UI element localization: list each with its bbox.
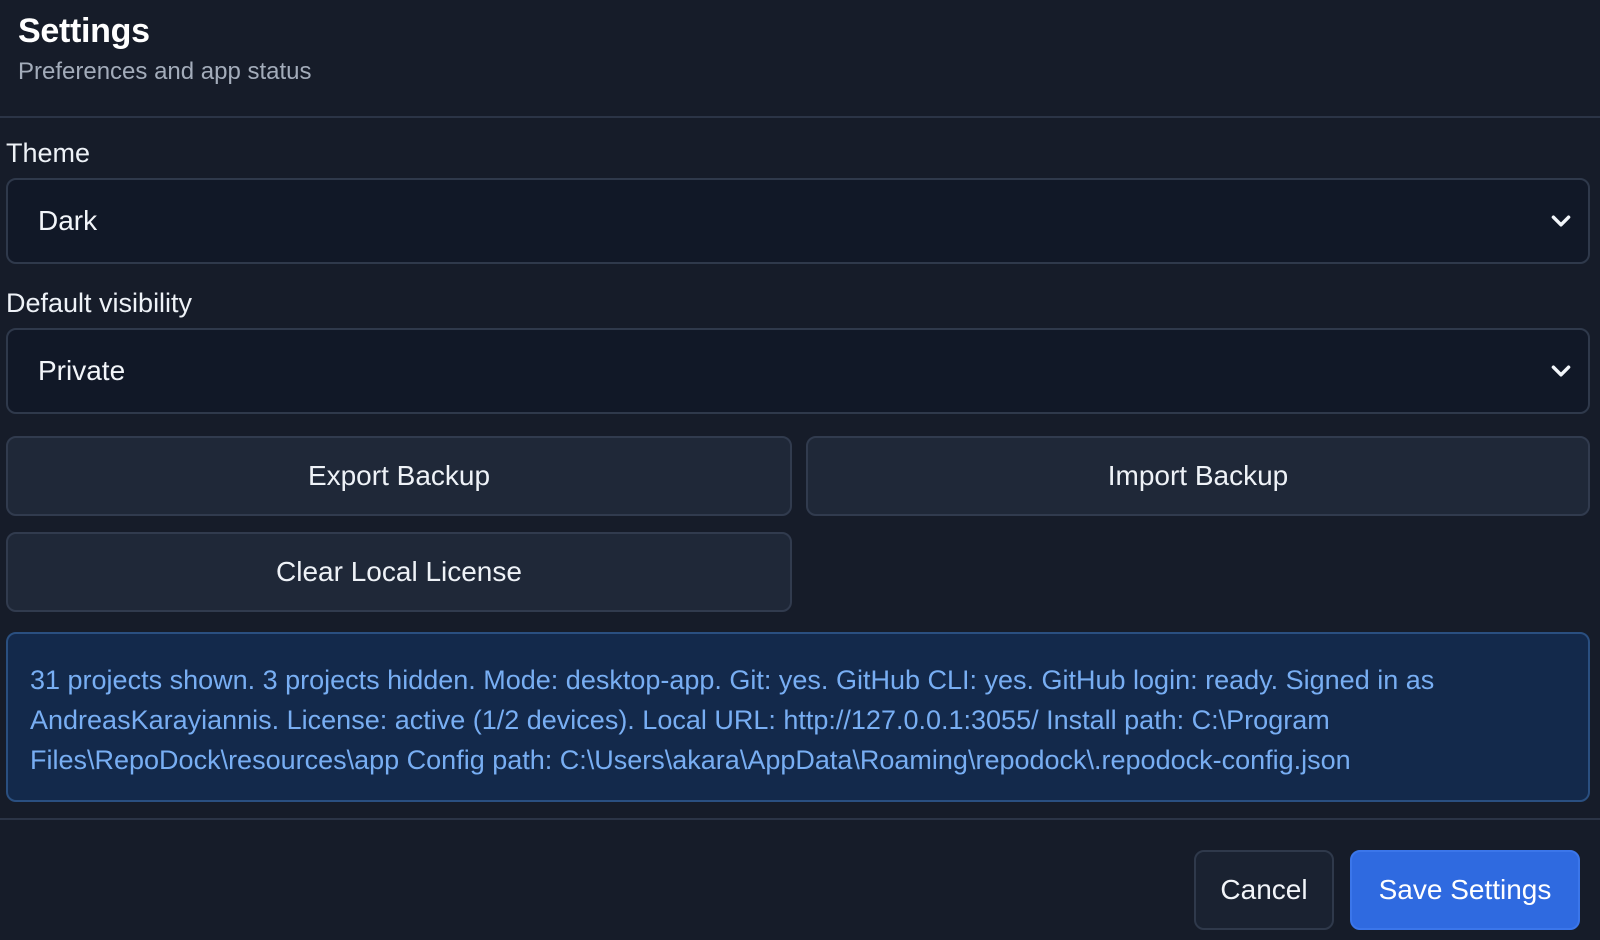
- settings-dialog: Settings Preferences and app status Them…: [0, 0, 1600, 940]
- chevron-down-icon: [1551, 215, 1571, 227]
- export-backup-button[interactable]: Export Backup: [6, 436, 792, 516]
- import-backup-button[interactable]: Import Backup: [806, 436, 1590, 516]
- theme-select[interactable]: Dark: [6, 178, 1590, 264]
- page-title: Settings: [18, 12, 150, 50]
- chevron-down-icon: [1551, 365, 1571, 377]
- dialog-header: Settings Preferences and app status: [0, 0, 1600, 118]
- save-settings-button[interactable]: Save Settings: [1350, 850, 1580, 930]
- theme-select-value: Dark: [38, 205, 98, 236]
- visibility-select-value: Private: [38, 355, 126, 386]
- clear-local-license-button[interactable]: Clear Local License: [6, 532, 792, 612]
- visibility-label: Default visibility: [6, 288, 193, 318]
- app-status-panel: 31 projects shown. 3 projects hidden. Mo…: [6, 632, 1590, 802]
- cancel-button[interactable]: Cancel: [1194, 850, 1334, 930]
- app-status-text: 31 projects shown. 3 projects hidden. Mo…: [30, 665, 1435, 775]
- visibility-select[interactable]: Private: [6, 328, 1590, 414]
- page-subtitle: Preferences and app status: [18, 58, 312, 85]
- theme-label: Theme: [6, 138, 91, 168]
- footer-divider: [0, 818, 1600, 820]
